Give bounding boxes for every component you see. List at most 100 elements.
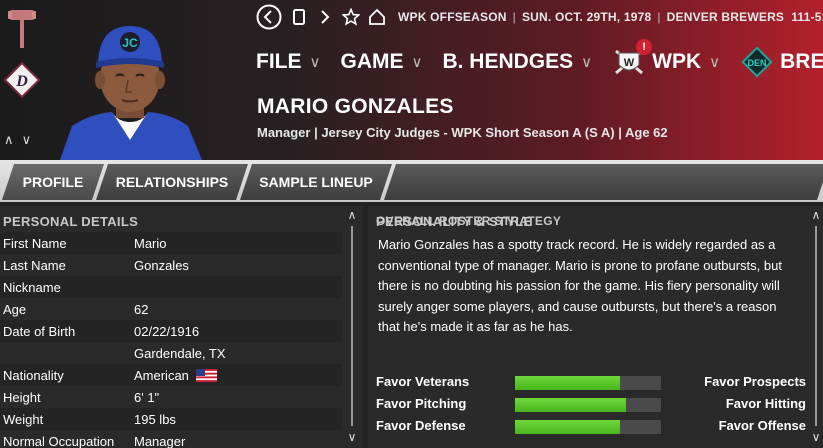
detail-row: Date of Birth 02/22/1916: [0, 320, 342, 342]
detail-label: Last Name: [3, 257, 66, 273]
menu-game[interactable]: GAME ∨: [340, 50, 422, 74]
strategy-row: Favor Veterans Favor Prospects: [376, 370, 806, 392]
us-flag-icon: [195, 368, 217, 382]
status-date: SUN. OCT. 29TH, 1978: [521, 10, 652, 24]
status-record: 111-51, .685,: [791, 10, 823, 24]
personality-panel: PERSONALITY & STYLE Mario Gonzales has a…: [368, 206, 823, 448]
tab-relationships[interactable]: RELATIONSHIPS: [96, 164, 248, 200]
status-team: DENVER BREWERS: [666, 10, 785, 24]
gavel-icon[interactable]: [8, 6, 36, 50]
wpk-logo-letter: W: [624, 57, 635, 69]
detail-label: First Name: [3, 235, 67, 251]
detail-value: American: [134, 367, 189, 383]
strategy-bar: [515, 398, 661, 412]
detail-row: Last Name Gonzales: [0, 254, 342, 276]
scroll-track[interactable]: [351, 226, 353, 426]
detail-label: Normal Occupation: [3, 433, 115, 448]
detail-label: Age: [3, 301, 27, 317]
strategy-left-label: Favor Veterans: [376, 373, 470, 389]
strategy-row: Favor Defense Favor Offense: [376, 414, 806, 436]
strategy-bar: [515, 376, 661, 390]
person-subtitle: Manager | Jersey City Judges - WPK Short…: [257, 125, 668, 140]
menu-team[interactable]: DEN BREW: [740, 45, 823, 79]
left-strip: D ∧ ∨: [0, 0, 44, 160]
back-button[interactable]: [256, 4, 282, 30]
tab-bar-filler: [384, 164, 823, 200]
strategy-bar: [515, 420, 661, 434]
detail-value: Mario: [134, 235, 167, 251]
detail-value: Gonzales: [134, 257, 189, 273]
person-name: MARIO GONZALES: [257, 95, 454, 118]
menu-game-label: GAME: [340, 50, 404, 73]
detail-row: Age 62: [0, 298, 342, 320]
strategy-bar-fill: [515, 398, 626, 412]
home-button[interactable]: [368, 5, 386, 29]
menu-bar: FILE ∨ GAME ∨ B. HENDGES ∨ W ! WPK ∨ DEN…: [256, 39, 823, 80]
strategy-right-label: Favor Hitting: [725, 395, 806, 411]
back-icon: [256, 4, 282, 30]
favorite-button[interactable]: [342, 5, 360, 29]
tab-profile[interactable]: PROFILE: [2, 164, 104, 200]
tab-profile-label: PROFILE: [22, 174, 84, 190]
detail-value: 6' 1": [134, 389, 160, 405]
personality-scrollbar[interactable]: ∧ ∨: [810, 208, 822, 446]
tab-sample-lineup[interactable]: SAMPLE LINEUP: [240, 164, 392, 200]
menu-manager[interactable]: B. HENDGES ∨: [442, 50, 592, 74]
strategy-right-label: Favor Offense: [718, 417, 806, 433]
detail-label: Nickname: [3, 279, 61, 295]
den-logo-text: DEN: [748, 58, 767, 68]
detail-row: First Name Mario: [0, 232, 342, 254]
wpk-league-icon: W !: [612, 39, 653, 79]
header: D ∧ ∨ JC WPK OFFSEASON | SUN. OCT. 29TH,…: [0, 0, 823, 160]
roster-strategy-title: OVERALL ROSTER STRATEGY: [376, 214, 562, 228]
strategy-right-label: Favor Prospects: [704, 373, 806, 389]
chevron-down-icon: ∨: [309, 54, 321, 71]
personal-details-panel: PERSONAL DETAILS First Name Mario Last Na…: [0, 206, 363, 448]
home-icon: [369, 8, 385, 25]
detail-row: Gardendale, TX: [0, 342, 342, 364]
detail-value: 02/22/1916: [134, 323, 200, 339]
detail-row: Height 6' 1": [0, 386, 342, 408]
chevron-down-icon: ∨: [411, 54, 423, 71]
menu-file[interactable]: FILE ∨: [256, 50, 320, 74]
status-text: WPK OFFSEASON | SUN. OCT. 29TH, 1978 | DENVE…: [398, 10, 823, 24]
cap-logo-text: JC: [122, 36, 138, 50]
profile-nav-arrows[interactable]: ∧ ∨: [4, 133, 33, 148]
menu-file-label: FILE: [256, 50, 302, 73]
detail-label: Height: [3, 389, 41, 405]
personality-text: Mario Gonzales has a spotty track record…: [378, 237, 782, 334]
menu-wpk-label: WPK: [652, 50, 702, 73]
top-bar: WPK OFFSEASON | SUN. OCT. 29TH, 1978 | DENVE…: [256, 4, 823, 30]
person-block: MARIO GONZALES Manager | Jersey City Jud…: [257, 95, 668, 140]
detail-label: Nationality: [3, 367, 64, 383]
content-area: PERSONAL DETAILS First Name Mario Last Na…: [0, 202, 823, 448]
detail-value: 62: [134, 301, 149, 317]
detail-row: Normal Occupation Manager: [0, 430, 342, 448]
chevron-down-icon: ∨: [581, 54, 593, 71]
strategy-left-label: Favor Pitching: [376, 395, 467, 411]
scroll-down-icon[interactable]: ∨: [346, 430, 358, 444]
scroll-track[interactable]: [815, 226, 817, 426]
strategy-row: Favor Pitching Favor Hitting: [376, 392, 806, 414]
scroll-up-icon[interactable]: ∧: [810, 208, 822, 222]
detail-value: Gardendale, TX: [134, 345, 226, 361]
status-season: WPK OFFSEASON: [398, 10, 507, 24]
scroll-down-icon[interactable]: ∨: [810, 430, 822, 444]
detail-row: Nickname: [0, 276, 342, 298]
personal-scrollbar[interactable]: ∧ ∨: [346, 208, 358, 446]
strategy-bar-fill: [515, 420, 621, 434]
tab-relationships-label: RELATIONSHIPS: [115, 174, 229, 190]
forward-button[interactable]: [316, 5, 334, 29]
rectangle-icon: [293, 9, 305, 25]
detail-value-nationality: American: [134, 368, 217, 383]
strategy-left-label: Favor Defense: [376, 417, 466, 433]
scroll-up-icon[interactable]: ∧: [346, 208, 358, 222]
portrait-view-button[interactable]: [290, 5, 308, 29]
star-icon: [342, 8, 360, 26]
manager-portrait: JC: [60, 26, 202, 160]
team-logo-icon[interactable]: D: [2, 60, 42, 100]
chevron-down-icon: ∨: [709, 54, 721, 71]
team-den-icon: DEN: [740, 45, 774, 79]
detail-value: 195 lbs: [134, 411, 176, 427]
menu-wpk[interactable]: W ! WPK ∨: [612, 39, 721, 79]
